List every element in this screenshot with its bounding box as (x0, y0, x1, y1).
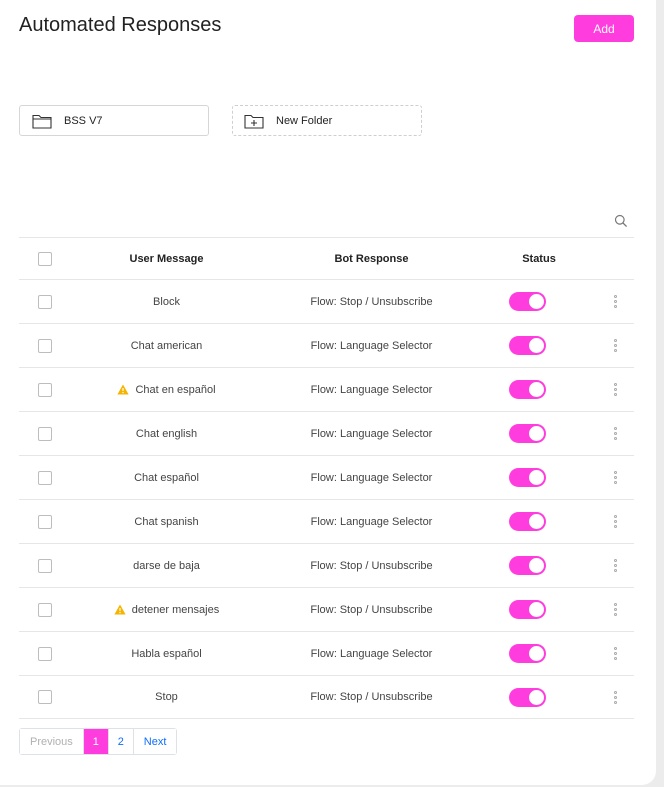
bot-response: Flow: Language Selector (310, 383, 433, 396)
user-message: Chat american (130, 339, 203, 352)
row-actions-kebab-icon[interactable] (612, 513, 619, 530)
toggle-knob (528, 426, 544, 441)
table-row: Stop Flow: Stop / Unsubscribe (19, 675, 634, 719)
bot-response: Flow: Stop / Unsubscribe (310, 691, 433, 703)
row-actions-kebab-icon[interactable] (612, 425, 619, 442)
bot-response: Flow: Language Selector (310, 647, 433, 660)
toggle-knob (528, 602, 544, 617)
toggle-knob (528, 514, 544, 529)
row-actions-kebab-icon[interactable] (612, 337, 619, 354)
status-toggle[interactable] (508, 556, 546, 575)
user-message: Block (153, 295, 180, 308)
toggle-knob (528, 382, 544, 397)
user-message: Chat english (135, 427, 198, 440)
responses-table: User Message Bot Response Status Block Fl… (19, 237, 634, 719)
row-actions-kebab-icon[interactable] (612, 689, 619, 706)
status-toggle[interactable] (508, 644, 546, 663)
header-bot-response: Bot Response (334, 252, 409, 265)
new-folder-button[interactable]: New Folder (232, 105, 422, 136)
toggle-knob (528, 646, 544, 661)
user-message: Chat español (134, 471, 199, 484)
row-actions-kebab-icon[interactable] (612, 469, 619, 486)
row-actions-kebab-icon[interactable] (612, 381, 619, 398)
page-2-button[interactable]: 2 (107, 729, 133, 754)
row-checkbox[interactable] (38, 382, 52, 397)
status-toggle[interactable] (508, 336, 546, 355)
table-row: Habla español Flow: Language Selector (19, 631, 634, 675)
table-row: Chat español Flow: Language Selector (19, 455, 634, 499)
table-row: Chat spanish Flow: Language Selector (19, 499, 634, 543)
bot-response: Flow: Language Selector (310, 339, 433, 352)
status-toggle[interactable] (508, 600, 546, 619)
warning-icon (114, 604, 126, 615)
add-button[interactable]: Add (574, 15, 634, 42)
automated-responses-panel: Automated Responses Add BSS V7 New Folde… (0, 0, 656, 785)
bot-response: Flow: Language Selector (310, 471, 433, 484)
user-message: Chat en español (135, 383, 216, 396)
pagination: Previous 1 2 Next (19, 728, 178, 755)
row-checkbox[interactable] (38, 294, 52, 309)
table-row: Block Flow: Stop / Unsubscribe (19, 279, 634, 323)
folder-label: BSS V7 (64, 114, 103, 127)
toggle-knob (528, 558, 544, 573)
user-message: Stop (155, 691, 178, 703)
status-toggle[interactable] (508, 512, 546, 531)
status-toggle[interactable] (508, 380, 546, 399)
table-row: Chat english Flow: Language Selector (19, 411, 634, 455)
status-toggle[interactable] (508, 468, 546, 487)
user-message: darse de baja (133, 559, 200, 572)
next-page-button[interactable]: Next (132, 729, 177, 754)
header-status: Status (522, 252, 556, 265)
table-body: Block Flow: Stop / Unsubscribe Chat americ… (19, 279, 634, 719)
toggle-knob (528, 338, 544, 353)
row-checkbox[interactable] (38, 602, 52, 617)
select-all-checkbox[interactable] (38, 251, 52, 266)
toggle-knob (528, 470, 544, 485)
row-checkbox[interactable] (38, 426, 52, 441)
header-user-message: User Message (129, 252, 204, 265)
table-row: darse de baja Flow: Stop / Unsubscribe (19, 543, 634, 587)
status-toggle[interactable] (508, 687, 546, 707)
bot-response: Flow: Stop / Unsubscribe (310, 295, 433, 308)
bot-response: Flow: Stop / Unsubscribe (310, 603, 433, 616)
bot-response: Flow: Stop / Unsubscribe (310, 559, 433, 572)
row-checkbox[interactable] (38, 338, 52, 353)
new-folder-label: New Folder (276, 114, 333, 127)
user-message: detener mensajes (131, 603, 220, 616)
toggle-knob (528, 689, 544, 705)
row-actions-kebab-icon[interactable] (612, 645, 619, 662)
status-toggle[interactable] (508, 292, 546, 311)
row-checkbox[interactable] (38, 514, 52, 529)
row-checkbox[interactable] (38, 690, 52, 704)
table-row: Chat american Flow: Language Selector (19, 323, 634, 367)
previous-page-button[interactable]: Previous (20, 729, 83, 754)
folder-icon (32, 113, 52, 129)
bot-response: Flow: Language Selector (310, 427, 433, 440)
folder-bss-v7[interactable]: BSS V7 (19, 105, 209, 136)
row-checkbox[interactable] (38, 558, 52, 573)
toggle-knob (528, 294, 544, 309)
table-row: detener mensajes Flow: Stop / Unsubscribe (19, 587, 634, 631)
row-checkbox[interactable] (38, 646, 52, 661)
row-actions-kebab-icon[interactable] (612, 601, 619, 618)
status-toggle[interactable] (508, 424, 546, 443)
page-title: Automated Responses (19, 14, 222, 36)
page-1-button[interactable]: 1 (82, 729, 108, 754)
warning-icon (117, 384, 130, 395)
row-actions-kebab-icon[interactable] (612, 293, 619, 310)
row-checkbox[interactable] (38, 470, 52, 485)
user-message: Chat spanish (134, 515, 199, 528)
bot-response: Flow: Language Selector (310, 515, 433, 528)
folder-plus-icon (244, 113, 264, 129)
search-icon[interactable] (614, 214, 628, 233)
table-header: User Message Bot Response Status (19, 237, 634, 279)
user-message: Habla español (131, 647, 202, 660)
row-actions-kebab-icon[interactable] (612, 557, 619, 574)
table-row: Chat en español Flow: Language Selector (19, 367, 634, 411)
